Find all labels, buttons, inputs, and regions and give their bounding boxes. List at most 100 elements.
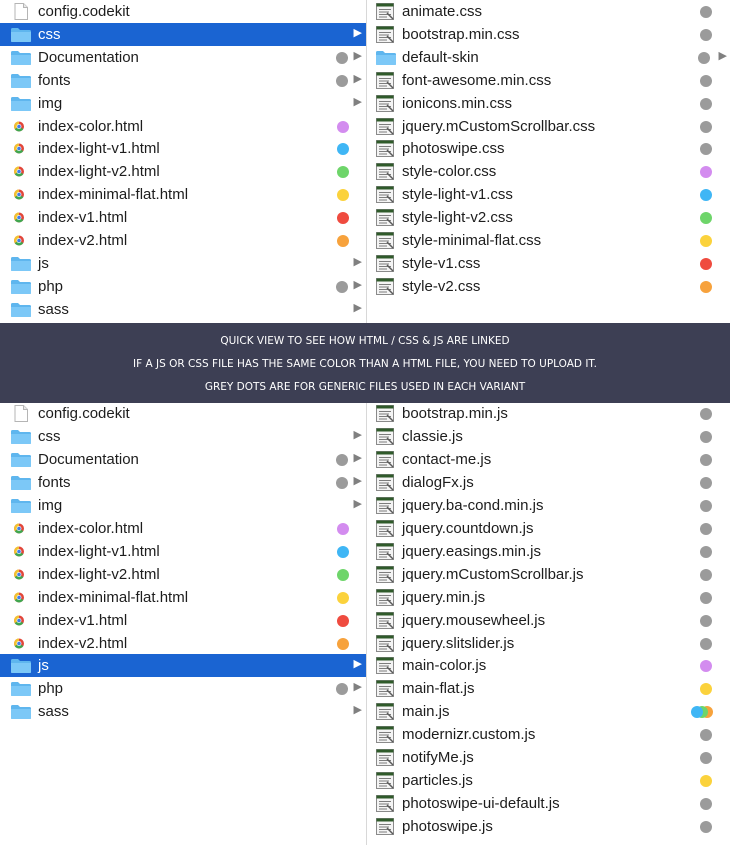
file-row[interactable]: js ▶ (0, 252, 366, 275)
disclosure-arrow-icon[interactable]: ▶ (354, 451, 362, 464)
file-row[interactable]: style-v2.css (367, 275, 730, 298)
file-row[interactable]: jquery.countdown.js (367, 517, 730, 540)
file-row[interactable]: notifyMe.js (367, 746, 730, 769)
file-row[interactable]: contact-me.js (367, 448, 730, 471)
purple-tag-dot (700, 660, 712, 673)
file-row[interactable]: js ▶ (0, 654, 366, 678)
chrome-html-icon (10, 209, 32, 226)
file-row[interactable]: php ▶ (0, 677, 366, 700)
file-name: css (38, 427, 61, 445)
file-row[interactable]: jquery.mousewheel.js (367, 609, 730, 632)
file-row[interactable]: index-minimal-flat.html (0, 183, 366, 206)
info-banner: QUICK VIEW TO SEE HOW HTML / CSS & JS AR… (0, 323, 730, 403)
file-row[interactable]: index-v2.html (0, 632, 366, 655)
disclosure-arrow-icon[interactable]: ▶ (354, 680, 362, 693)
file-row[interactable]: jquery.min.js (367, 586, 730, 609)
file-row[interactable]: index-minimal-flat.html (0, 586, 366, 609)
purple-tag-dot (700, 166, 712, 179)
grey-tag-dot (700, 97, 712, 110)
file-row[interactable]: main.js (367, 700, 730, 723)
file-row[interactable]: config.codekit (0, 403, 366, 425)
file-row[interactable]: jquery.easings.min.js (367, 540, 730, 563)
disclosure-arrow-icon[interactable]: ▶ (354, 95, 362, 108)
purple-tag-dot (337, 522, 349, 535)
file-row[interactable]: index-color.html (0, 517, 366, 540)
disclosure-arrow-icon[interactable]: ▶ (354, 72, 362, 85)
file-name: font-awesome.min.css (402, 71, 552, 89)
file-row[interactable]: img ▶ (0, 92, 366, 115)
blue-tag-dot (700, 189, 712, 202)
file-row[interactable]: style-color.css (367, 160, 730, 183)
file-row[interactable]: photoswipe.js (367, 815, 730, 838)
file-row[interactable]: style-v1.css (367, 252, 730, 275)
file-row[interactable]: jquery.slitslider.js (367, 632, 730, 655)
file-row[interactable]: font-awesome.min.css (367, 69, 730, 92)
disclosure-arrow-icon[interactable]: ▶ (354, 497, 362, 510)
file-row[interactable]: modernizr.custom.js (367, 723, 730, 746)
grey-tag-dot (700, 821, 712, 834)
code-file-icon (375, 25, 397, 43)
file-row[interactable]: style-minimal-flat.css (367, 229, 730, 252)
disclosure-arrow-icon[interactable]: ▶ (354, 428, 362, 441)
file-row[interactable]: dialogFx.js (367, 471, 730, 494)
disclosure-arrow-icon[interactable]: ▶ (354, 255, 362, 268)
file-name: photoswipe.css (402, 140, 505, 158)
file-row[interactable]: style-light-v1.css (367, 183, 730, 206)
file-row[interactable]: style-light-v2.css (367, 206, 730, 229)
file-row[interactable]: index-light-v2.html (0, 160, 366, 183)
file-row[interactable]: ionicons.min.css (367, 92, 730, 115)
file-row[interactable]: fonts ▶ (0, 471, 366, 494)
file-row[interactable]: index-light-v1.html (0, 540, 366, 563)
file-row[interactable]: index-light-v2.html (0, 563, 366, 586)
file-row[interactable]: index-light-v1.html (0, 137, 366, 160)
file-row[interactable]: main-color.js (367, 654, 730, 677)
disclosure-arrow-icon[interactable]: ▶ (354, 26, 362, 39)
file-row[interactable]: index-color.html (0, 115, 366, 138)
file-row[interactable]: index-v1.html (0, 206, 366, 229)
code-file-icon (375, 703, 397, 721)
grey-tag-dot (700, 74, 712, 87)
file-row[interactable]: bootstrap.min.js (367, 403, 730, 425)
grey-tag-dot (336, 476, 348, 489)
file-row[interactable]: jquery.mCustomScrollbar.js (367, 563, 730, 586)
file-row[interactable]: bootstrap.min.css (367, 23, 730, 46)
file-row[interactable]: photoswipe-ui-default.js (367, 792, 730, 815)
file-row[interactable]: animate.css (367, 0, 730, 23)
file-row[interactable]: index-v1.html (0, 609, 366, 632)
grey-tag-dot (336, 453, 348, 466)
disclosure-arrow-icon[interactable]: ▶ (354, 49, 362, 62)
disclosure-arrow-icon[interactable]: ▶ (354, 301, 362, 314)
file-name: Documentation (38, 48, 139, 66)
blue-tag-dot (337, 545, 349, 558)
disclosure-arrow-icon[interactable]: ▶ (354, 657, 362, 670)
disclosure-arrow-icon[interactable]: ▶ (354, 278, 362, 291)
file-row[interactable]: img ▶ (0, 494, 366, 517)
file-row[interactable]: sass ▶ (0, 298, 366, 321)
file-row[interactable]: default-skin ▶ (367, 46, 730, 69)
banner-line-3: GREY DOTS ARE FOR GENERIC FILES USED IN … (204, 381, 526, 393)
file-row[interactable]: index-v2.html (0, 229, 366, 252)
file-row[interactable]: classie.js (367, 425, 730, 448)
file-row[interactable]: config.codekit (0, 0, 366, 23)
file-row[interactable]: fonts ▶ (0, 69, 366, 92)
file-row[interactable]: jquery.ba-cond.min.js (367, 494, 730, 517)
file-row[interactable]: jquery.mCustomScrollbar.css (367, 115, 730, 138)
file-row[interactable]: main-flat.js (367, 677, 730, 700)
file-name: default-skin (402, 48, 479, 66)
file-row[interactable]: particles.js (367, 769, 730, 792)
folder-icon (10, 703, 32, 720)
grey-tag-dot (700, 729, 712, 742)
file-row[interactable]: photoswipe.css (367, 137, 730, 160)
code-file-icon (375, 427, 397, 445)
file-row[interactable]: Documentation ▶ (0, 448, 366, 471)
file-name: bootstrap.min.css (402, 25, 520, 43)
disclosure-arrow-icon[interactable]: ▶ (354, 474, 362, 487)
disclosure-arrow-icon[interactable]: ▶ (354, 703, 362, 716)
file-row[interactable]: css ▶ (0, 425, 366, 448)
file-row[interactable]: Documentation ▶ (0, 46, 366, 69)
code-file-icon (375, 405, 397, 422)
file-row[interactable]: php ▶ (0, 275, 366, 298)
file-row[interactable]: sass ▶ (0, 700, 366, 723)
file-row[interactable]: css ▶ (0, 22, 366, 46)
disclosure-arrow-icon[interactable]: ▶ (719, 49, 727, 62)
